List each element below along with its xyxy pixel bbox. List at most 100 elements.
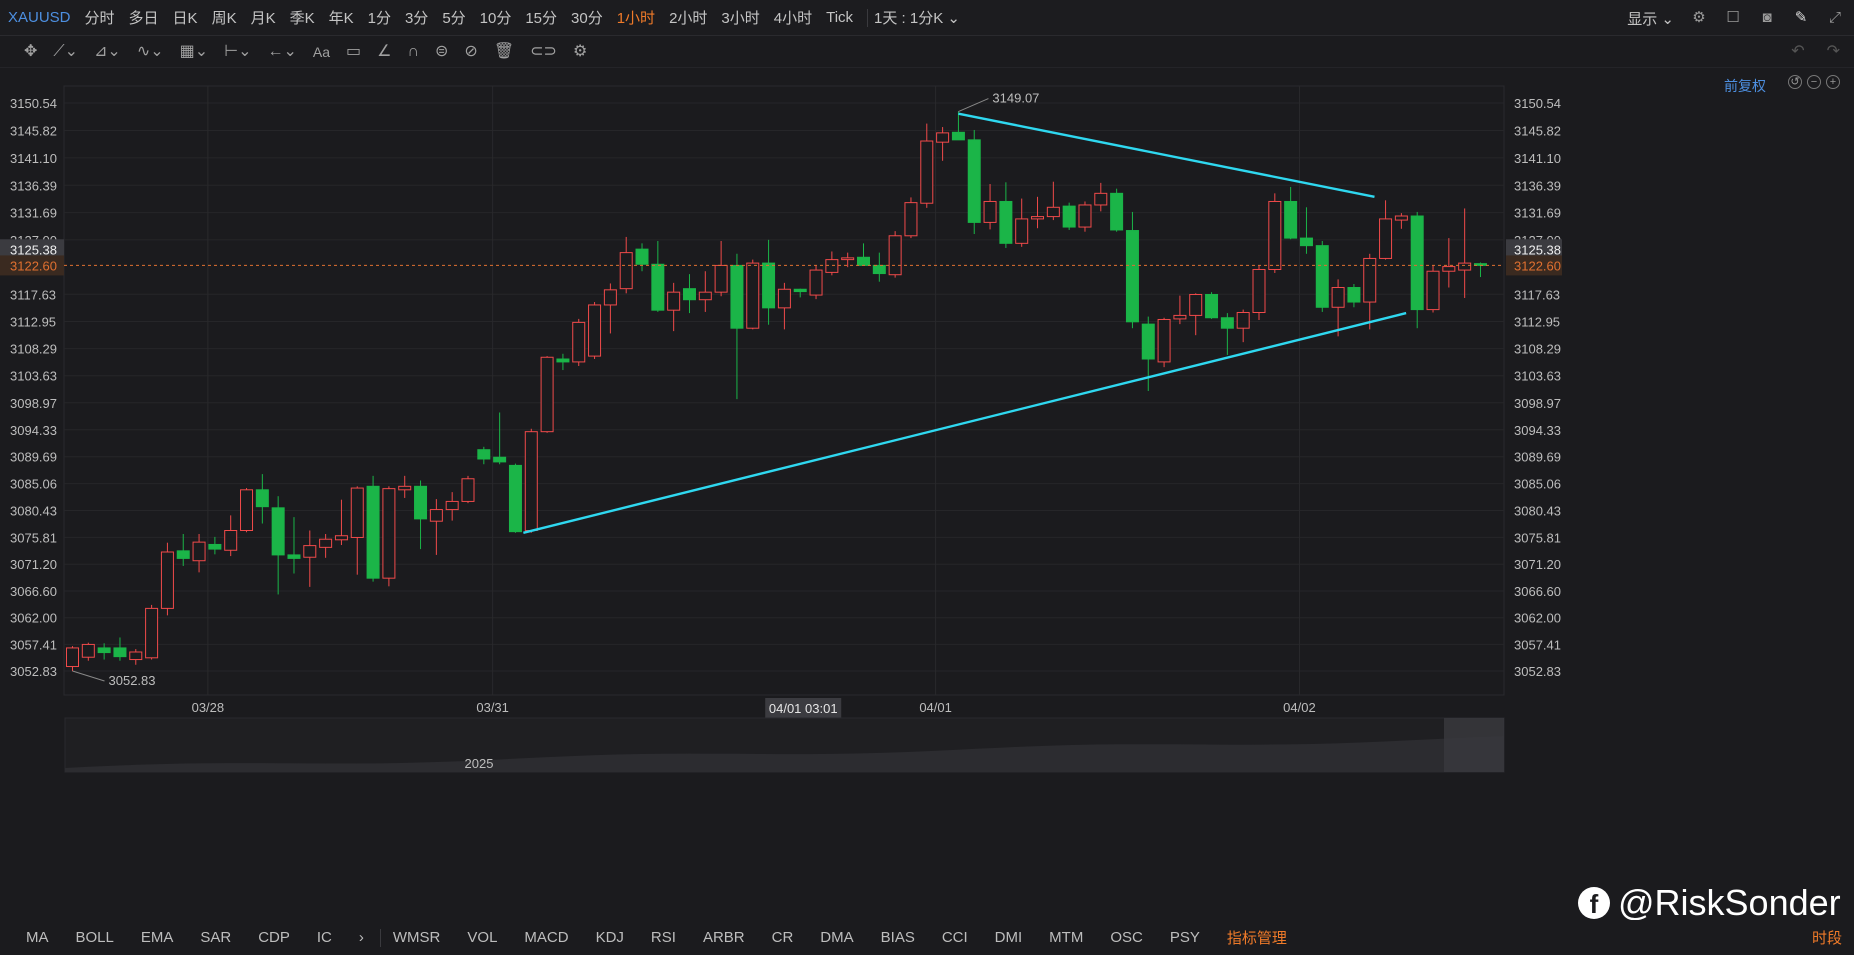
pen-icon[interactable]: ✎ [1792, 9, 1810, 27]
period-tab-15[interactable]: 3小时 [721, 7, 759, 28]
line-icon[interactable]: ⟋⌄ [53, 42, 78, 62]
indicator-ic[interactable]: IC [317, 929, 332, 946]
indicator-rsi[interactable]: RSI [651, 929, 676, 946]
period-tab-3[interactable]: 周K [212, 7, 237, 28]
candle-body [540, 356, 554, 433]
settings-icon[interactable]: ⚙ [1690, 9, 1708, 27]
fib-icon[interactable]: ▦⌄ [180, 42, 209, 62]
candle-body [698, 291, 712, 301]
y-tick-label: 3052.83 [10, 664, 57, 679]
zoom-out-icon[interactable]: − [1807, 75, 1821, 89]
hide-icon[interactable]: ⊘ [464, 42, 477, 62]
gear-icon[interactable]: ⚙ [573, 42, 587, 62]
indicator-manage-button[interactable]: 指标管理 [1227, 927, 1287, 948]
camera-icon[interactable]: ◙ [1758, 9, 1776, 27]
link-icon[interactable]: ⊂⊃ [530, 42, 557, 62]
period-tab-7[interactable]: 1分 [368, 7, 391, 28]
candle-body [1299, 237, 1313, 247]
y-tick-label: 3057.41 [10, 637, 57, 652]
fullscreen-icon[interactable]: ⤢ [1826, 9, 1844, 27]
y-tick-label: 3052.83 [1514, 664, 1561, 679]
symbol-selector[interactable]: XAUUSD [8, 9, 71, 26]
undo-icon[interactable]: ↶ [1791, 42, 1804, 62]
candlestick-chart[interactable]: 3150.54 3150.54 3145.82 3145.82 3141.10 3141.… [0, 68, 1854, 848]
reset-icon[interactable]: ↺ [1788, 75, 1802, 89]
period-tab-16[interactable]: 4小时 [774, 7, 812, 28]
period-tab-17[interactable]: Tick [826, 9, 853, 26]
indicator-macd[interactable]: MACD [524, 929, 568, 946]
y-tick-label: 3085.06 [10, 477, 57, 492]
candle-body [588, 304, 602, 357]
candle-body [746, 262, 760, 329]
y-tick-label: 3136.39 [1514, 178, 1561, 193]
candle-body [651, 263, 665, 311]
indicator-mtm[interactable]: MTM [1049, 929, 1083, 946]
period-tab-6[interactable]: 年K [329, 7, 354, 28]
period-tab-8[interactable]: 3分 [405, 7, 428, 28]
period-tab-1[interactable]: 多日 [129, 7, 159, 28]
time-segment-button[interactable]: 时段 [1812, 927, 1842, 948]
brush-icon[interactable]: ∠ [377, 42, 391, 62]
indicator-ma[interactable]: MA [26, 929, 49, 946]
navigator-year-label: 2025 [465, 756, 494, 771]
indicator-bias[interactable]: BIAS [881, 929, 915, 946]
indicator-psy[interactable]: PSY [1170, 929, 1200, 946]
candle-body [667, 291, 681, 311]
y-tick-label: 3117.63 [1514, 287, 1560, 302]
indicator-cci[interactable]: CCI [942, 929, 968, 946]
indicator-osc[interactable]: OSC [1110, 929, 1143, 946]
comment-icon[interactable]: ▭ [346, 42, 361, 62]
period-tab-4[interactable]: 月K [251, 7, 276, 28]
y-tick-label: 3150.54 [10, 96, 57, 111]
indicator-ema[interactable]: EMA [141, 929, 174, 946]
move-icon[interactable]: ✥ [24, 42, 37, 62]
candle-body [1078, 204, 1092, 228]
period-tab-2[interactable]: 日K [173, 7, 198, 28]
period-tab-12[interactable]: 30分 [571, 7, 603, 28]
range-navigator[interactable]: 2025 [64, 717, 1505, 773]
indicator-vol[interactable]: VOL [467, 929, 497, 946]
period-tab-0[interactable]: 分时 [85, 7, 115, 28]
indicator-boll[interactable]: BOLL [76, 929, 114, 946]
redo-icon[interactable]: ↷ [1827, 42, 1840, 62]
x-tick-label: 04/01 [919, 700, 952, 715]
indicator-cr[interactable]: CR [772, 929, 794, 946]
channel-icon[interactable]: ⊿⌄ [94, 42, 121, 62]
period-tab-13[interactable]: 1小时 [617, 7, 655, 28]
indicator-arbr[interactable]: ARBR [703, 929, 745, 946]
candle-body [809, 269, 823, 296]
indicator-kdj[interactable]: KDJ [596, 929, 624, 946]
candle-body [414, 485, 428, 520]
indicator-sar[interactable]: SAR [200, 929, 231, 946]
arrow-icon[interactable]: ←⌄ [268, 42, 297, 62]
text-icon[interactable]: Aa [313, 42, 330, 62]
candle-body [176, 550, 190, 559]
indicator-scroll-arrow[interactable]: › [359, 929, 364, 946]
period-tab-11[interactable]: 15分 [525, 7, 557, 28]
magnet-icon[interactable]: ∩ [408, 42, 420, 62]
y-tick-label: 3136.39 [10, 178, 57, 193]
indicator-list: MA BOLL EMA SAR CDP IC › WMSR VOL MACD KDJ RSI ARBR C… [26, 928, 1227, 947]
price-adjust-button[interactable]: 前复权 [1724, 76, 1766, 96]
period-tab-5[interactable]: 季K [290, 7, 315, 28]
display-dropdown[interactable]: 显示 ⌄ [1627, 8, 1674, 29]
layout-icon[interactable]: ☐ [1724, 9, 1742, 27]
period-tab-9[interactable]: 5分 [442, 7, 465, 28]
period-tab-14[interactable]: 2小时 [669, 7, 707, 28]
wave-icon[interactable]: ∿⌄ [137, 42, 164, 62]
measure-icon[interactable]: ⊢⌄ [224, 42, 251, 62]
y-tick-label: 3103.63 [10, 369, 57, 384]
kline-mode-dropdown[interactable]: 1天 : 1分K ⌄ [874, 7, 960, 28]
candle-body [1268, 200, 1282, 270]
zoom-in-icon[interactable]: + [1826, 75, 1840, 89]
indicator-dma[interactable]: DMA [820, 929, 853, 946]
candle-body [999, 200, 1013, 244]
indicator-wmsr[interactable]: WMSR [393, 929, 441, 946]
lock-icon[interactable]: ⊜ [435, 42, 448, 62]
candle-body [872, 264, 886, 275]
candle-body [1157, 318, 1171, 363]
trash-icon[interactable]: 🗑 [494, 42, 514, 62]
indicator-cdp[interactable]: CDP [258, 929, 290, 946]
period-tab-10[interactable]: 10分 [480, 7, 512, 28]
indicator-dmi[interactable]: DMI [995, 929, 1023, 946]
